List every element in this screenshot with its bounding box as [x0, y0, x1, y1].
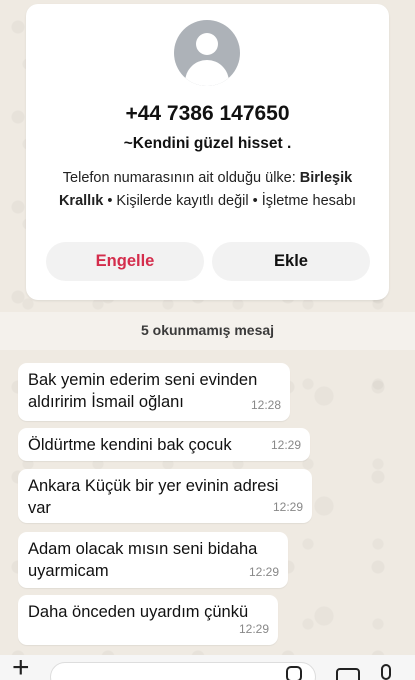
avatar-body-shape — [185, 60, 229, 86]
avatar[interactable] — [174, 20, 240, 86]
plus-icon[interactable]: + — [12, 653, 30, 680]
message-bubble[interactable]: Öldürtme kendini bak çocuk 12:29 — [18, 428, 310, 461]
info-prefix: Telefon numarasının ait olduğu ülke: — [62, 170, 300, 186]
contact-phone-number: +44 7386 147650 — [125, 102, 290, 125]
contact-push-name: ~Kendini güzel hisset . — [123, 135, 292, 152]
message-time: 12:29 — [270, 438, 301, 452]
message-text: Daha önceden uyardım çünkü — [28, 603, 249, 621]
message-bubble[interactable]: Bak yemin ederim seni evinden aldıririm … — [18, 363, 290, 421]
message-bubble[interactable]: Adam olacak mısın seni bidaha uyarmicam … — [18, 532, 288, 588]
block-button[interactable]: Engelle — [46, 242, 204, 281]
message-text: Öldürtme kendini bak çocuk — [28, 436, 232, 454]
message-time: 12:28 — [250, 398, 281, 412]
unknown-contact-card: +44 7386 147650 ~Kendini güzel hisset . … — [26, 4, 389, 300]
contact-info-text: Telefon numarasının ait olduğu ülke: Bir… — [40, 167, 375, 213]
message-input[interactable] — [50, 662, 316, 680]
message-bubble[interactable]: Ankara Küçük bir yer evinin adresi var 1… — [18, 469, 312, 523]
camera-icon[interactable] — [336, 668, 360, 680]
message-time: 12:29 — [238, 622, 269, 636]
message-time: 12:29 — [272, 500, 303, 514]
mic-icon[interactable] — [381, 664, 391, 680]
message-bubble[interactable]: Daha önceden uyardım çünkü 12:29 — [18, 595, 278, 645]
message-text: Ankara Küçük bir yer evinin adresi var — [28, 477, 279, 517]
avatar-head-shape — [196, 33, 218, 55]
message-text: Adam olacak mısın seni bidaha uyarmicam — [28, 540, 258, 580]
unread-messages-banner: 5 okunmamış mesaj — [140, 322, 275, 338]
info-suffix: • Kişilerde kayıtlı değil • İşletme hesa… — [103, 193, 357, 209]
message-text: Bak yemin ederim seni evinden aldıririm … — [28, 371, 258, 411]
message-time: 12:29 — [248, 565, 279, 579]
sticker-icon[interactable] — [286, 666, 302, 680]
add-contact-button[interactable]: Ekle — [212, 242, 370, 281]
